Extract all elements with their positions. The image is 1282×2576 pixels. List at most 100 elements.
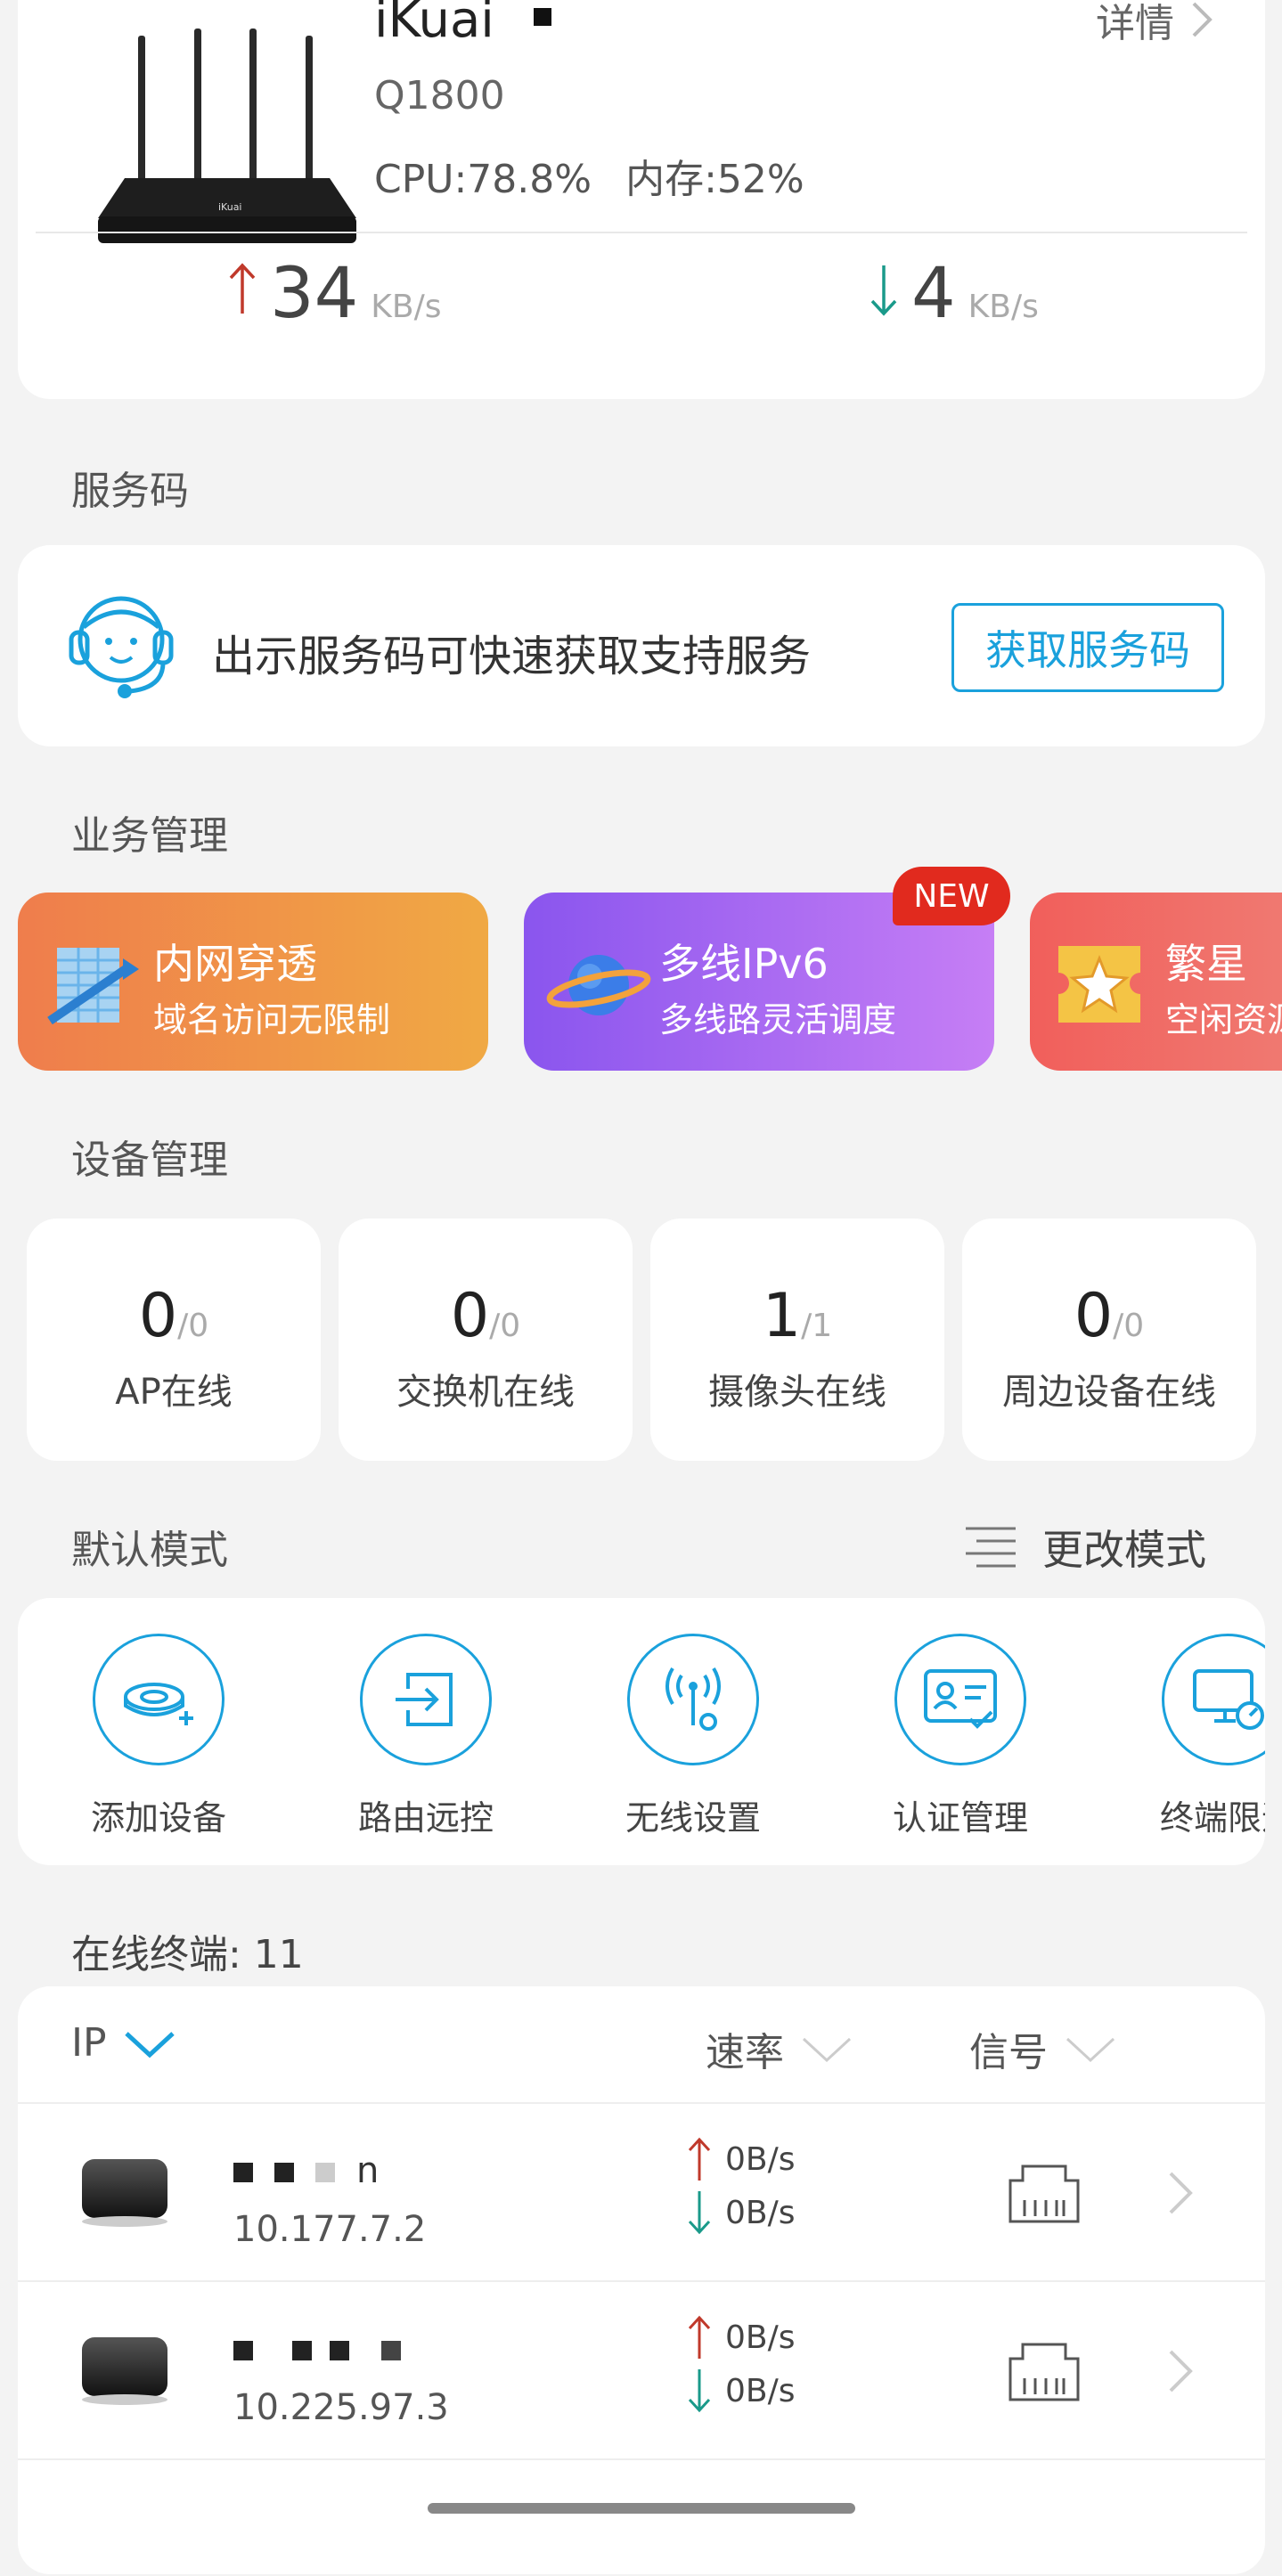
terminal-upload: 0B/s	[686, 2314, 796, 2360]
change-mode-label: 更改模式	[1042, 1526, 1206, 1574]
service-section-title: 服务码	[71, 469, 189, 514]
tool-auth-management[interactable]: 认证管理	[853, 1634, 1067, 1839]
business-card-subtitle: 空闲资源	[1165, 1000, 1282, 1039]
router-stats: CPU:78.8% 内存:52%	[374, 157, 804, 202]
business-card-star[interactable]: 繁星 空闲资源	[1030, 893, 1282, 1071]
sort-by-ip[interactable]: IP	[71, 2020, 176, 2066]
redacted-mark	[274, 2163, 294, 2182]
device-section-title: 设备管理	[71, 1137, 228, 1183]
sort-by-signal[interactable]: 信号	[969, 2020, 1117, 2077]
terminal-speed-limit-icon	[1162, 1634, 1282, 1765]
device-card-ap[interactable]: 0/0 AP在线	[27, 1219, 321, 1461]
sort-by-rate[interactable]: 速率	[706, 2020, 853, 2077]
business-card-title: 多线IPv6	[659, 940, 829, 988]
device-count: 0/0	[138, 1281, 209, 1351]
header-ip: IP	[71, 2020, 107, 2066]
tool-terminal-speed-limit[interactable]: 终端限速	[1121, 1634, 1282, 1839]
chevron-down-icon	[1066, 2037, 1115, 2063]
terminal-row-partial	[18, 2458, 1265, 2576]
mode-card: 添加设备 路由远控 无线设置 认证管理 终端限速	[18, 1598, 1282, 1865]
tool-label: 认证管理	[892, 1798, 1028, 1838]
device-icon	[82, 2159, 167, 2227]
redacted-mark	[292, 2341, 312, 2360]
router-card[interactable]: iKuai iKuai Q1800 CPU:78.8% 内存:52% 详情 34…	[18, 0, 1265, 399]
arrow-up-icon	[688, 2137, 711, 2181]
tool-remote-control[interactable]: 路由远控	[319, 1634, 533, 1839]
arrow-up-icon	[229, 263, 256, 314]
home-indicator[interactable]	[428, 2503, 855, 2514]
redacted-mark	[233, 2341, 253, 2360]
auth-management-icon	[894, 1634, 1026, 1765]
tool-label: 添加设备	[90, 1798, 226, 1838]
business-card-title: 内网穿透	[153, 940, 317, 988]
tool-label: 无线设置	[625, 1798, 761, 1838]
arrow-down-icon	[688, 2191, 711, 2235]
terminal-upload: 0B/s	[686, 2136, 796, 2182]
detail-link[interactable]: 详情	[1096, 0, 1213, 48]
ethernet-port-icon	[1008, 2343, 1080, 2401]
svg-text:iKuai: iKuai	[218, 201, 242, 213]
mode-section-title: 默认模式	[71, 1528, 228, 1573]
business-card-subtitle: 域名访问无限制	[153, 1000, 391, 1039]
device-count: 0/0	[450, 1281, 521, 1351]
device-label: 摄像头在线	[708, 1372, 886, 1413]
terminal-ip: 10.177.7.2	[233, 2209, 427, 2250]
device-card-peripheral[interactable]: 0/0 周边设备在线	[962, 1219, 1256, 1461]
ethernet-port-icon	[1008, 2164, 1080, 2223]
router-name: iKuai	[374, 0, 551, 49]
chevron-right-icon	[1192, 2, 1213, 37]
device-card-camera[interactable]: 1/1 摄像头在线	[650, 1219, 944, 1461]
firewall-icon	[47, 948, 139, 1025]
device-card-switch[interactable]: 0/0 交换机在线	[339, 1219, 633, 1461]
terminal-row[interactable]: 10.225.97.3 0B/s 0B/s	[18, 2280, 1265, 2460]
divider	[36, 232, 1247, 233]
chevron-right-icon	[1169, 2350, 1193, 2393]
chevron-right-icon	[1169, 2172, 1193, 2214]
support-agent-icon	[69, 596, 174, 698]
tool-add-device[interactable]: 添加设备	[52, 1634, 265, 1839]
tool-label: 路由远控	[357, 1798, 494, 1838]
add-device-icon	[93, 1634, 225, 1765]
upload-speed: 34 KB/s	[227, 254, 441, 334]
chevron-down-icon	[802, 2037, 852, 2063]
tool-label: 终端限速	[1159, 1798, 1282, 1838]
terminal-row[interactable]: n 10.177.7.2 0B/s 0B/s	[18, 2102, 1265, 2282]
device-label: 周边设备在线	[1002, 1372, 1216, 1413]
change-mode-button[interactable]: 更改模式	[962, 1518, 1206, 1577]
device-label: 交换机在线	[396, 1372, 575, 1413]
download-speed: 4 KB/s	[869, 254, 1039, 334]
new-badge: NEW	[893, 867, 1010, 925]
device-count: 1/1	[762, 1281, 833, 1351]
terminals-section-title: 在线终端: 11	[71, 1932, 304, 1977]
redacted-mark	[315, 2163, 335, 2182]
menu-lines-icon	[966, 1527, 1016, 1568]
terminal-download: 0B/s	[686, 2189, 796, 2236]
edge-mask	[1265, 1598, 1282, 1865]
redacted-mark	[381, 2341, 401, 2360]
service-card: 出示服务码可快速获取支持服务 获取服务码	[18, 545, 1265, 746]
redacted-mark	[233, 2163, 253, 2182]
business-card-intranet[interactable]: 内网穿透 域名访问无限制	[18, 893, 488, 1071]
tool-wireless-settings[interactable]: 无线设置	[586, 1634, 800, 1839]
detail-label: 详情	[1096, 1, 1174, 46]
terminal-download: 0B/s	[686, 2368, 796, 2414]
device-count: 0/0	[1074, 1281, 1145, 1351]
business-section-title: 业务管理	[71, 813, 228, 859]
arrow-down-icon	[870, 265, 897, 316]
terminal-name: n	[233, 2150, 379, 2191]
remote-control-icon	[360, 1634, 492, 1765]
wireless-settings-icon	[627, 1634, 759, 1765]
router-model: Q1800	[374, 73, 505, 118]
arrow-up-icon	[688, 2315, 711, 2359]
arrow-down-icon	[688, 2369, 711, 2413]
star-ticket-icon	[1058, 946, 1140, 1023]
business-card-title: 繁星	[1165, 940, 1247, 988]
device-icon	[82, 2337, 167, 2405]
terminal-ip: 10.225.97.3	[233, 2387, 449, 2428]
terminals-card: IP 速率 信号 n 10.177.7.2 0B/s 0B/s 10.225.9…	[18, 1986, 1265, 2574]
chevron-down-icon	[124, 2031, 175, 2058]
get-service-code-button[interactable]: 获取服务码	[951, 603, 1224, 692]
redacted-mark	[533, 8, 551, 26]
router-image: iKuai	[98, 29, 356, 243]
header-signal: 信号	[969, 2030, 1048, 2075]
